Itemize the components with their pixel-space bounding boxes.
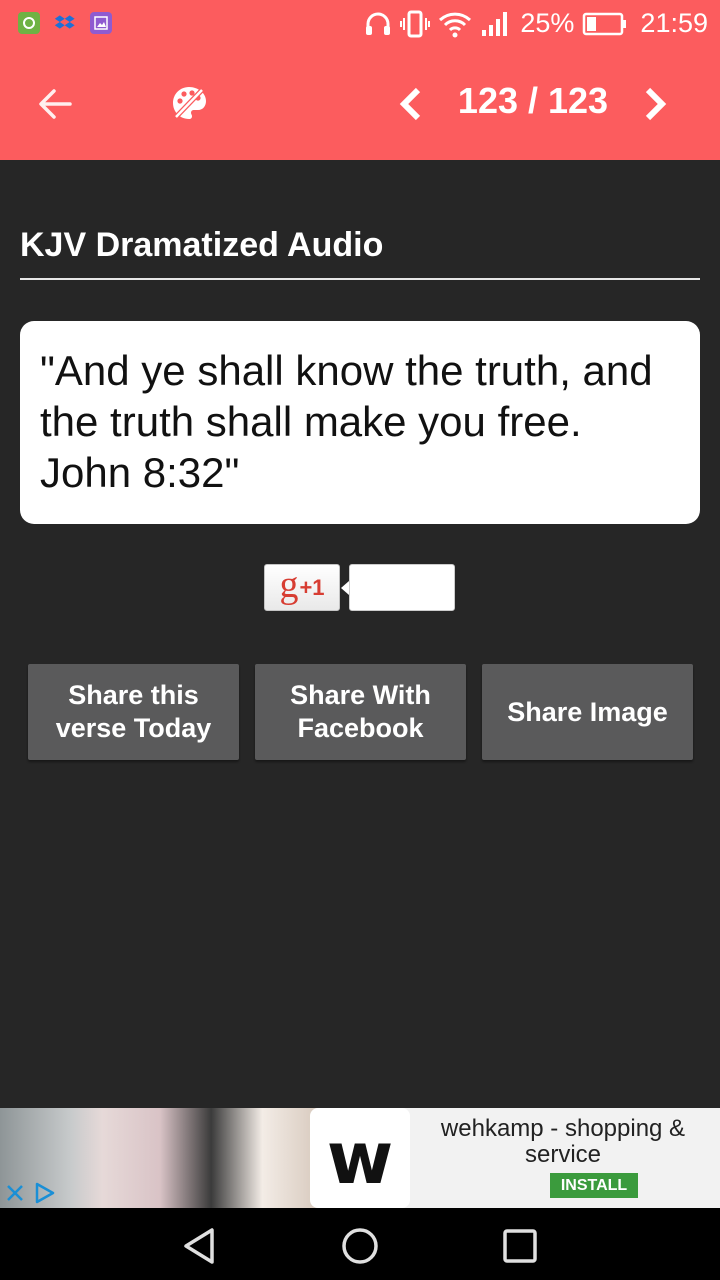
share-today-button[interactable]: Share this verse Today [28,664,239,760]
divider [20,278,700,280]
dropbox-icon [54,12,76,34]
signal-icon [482,11,508,36]
home-circle-icon[interactable] [338,1224,382,1268]
gallery-icon [90,12,112,34]
verse-counter: 123 / 123 [457,80,609,121]
section-title: KJV Dramatized Audio [20,226,384,264]
headphones-icon [366,12,391,35]
battery-percentage: 25% [520,8,575,38]
ad-banner[interactable]: w wehkamp - shopping & service INSTALL [0,1108,720,1208]
share-image-button[interactable]: Share Image [482,664,693,760]
status-bar: 25% 21:59 [0,0,720,50]
install-button[interactable]: INSTALL [550,1173,638,1198]
android-app-icon [18,12,40,34]
palette-icon[interactable] [170,84,208,122]
plus-one-count-bubble [341,564,455,611]
wifi-icon [439,12,472,37]
vibrate-icon [400,10,431,37]
verse-text: "And ye shall know the truth, and the tr… [40,347,653,496]
clock: 21:59 [640,8,708,38]
back-arrow-icon[interactable] [34,84,78,124]
share-image-label: Share Image [507,696,668,727]
ad-title[interactable]: wehkamp - shopping & service [415,1116,711,1168]
close-icon[interactable] [4,1182,26,1204]
app-bar: 123 / 123 [0,50,720,160]
system-nav-bar [0,1208,720,1280]
google-plus-one-button[interactable]: g +1 [264,564,340,611]
share-today-label: Share this verse Today [55,680,212,743]
wehkamp-logo[interactable]: w [310,1108,410,1208]
adchoices-icon[interactable] [32,1180,58,1206]
share-facebook-label: Share With Facebook [290,680,431,743]
chevron-right-icon[interactable] [640,84,670,124]
plus-one-label: +1 [299,574,325,600]
verse-card: "And ye shall know the truth, and the tr… [20,321,700,524]
back-triangle-icon[interactable] [178,1224,222,1268]
google-plus-g-icon: g [279,563,299,606]
chevron-left-icon[interactable] [396,84,426,124]
share-facebook-button[interactable]: Share With Facebook [255,664,466,760]
battery-icon [583,12,627,35]
recents-square-icon[interactable] [498,1224,542,1268]
